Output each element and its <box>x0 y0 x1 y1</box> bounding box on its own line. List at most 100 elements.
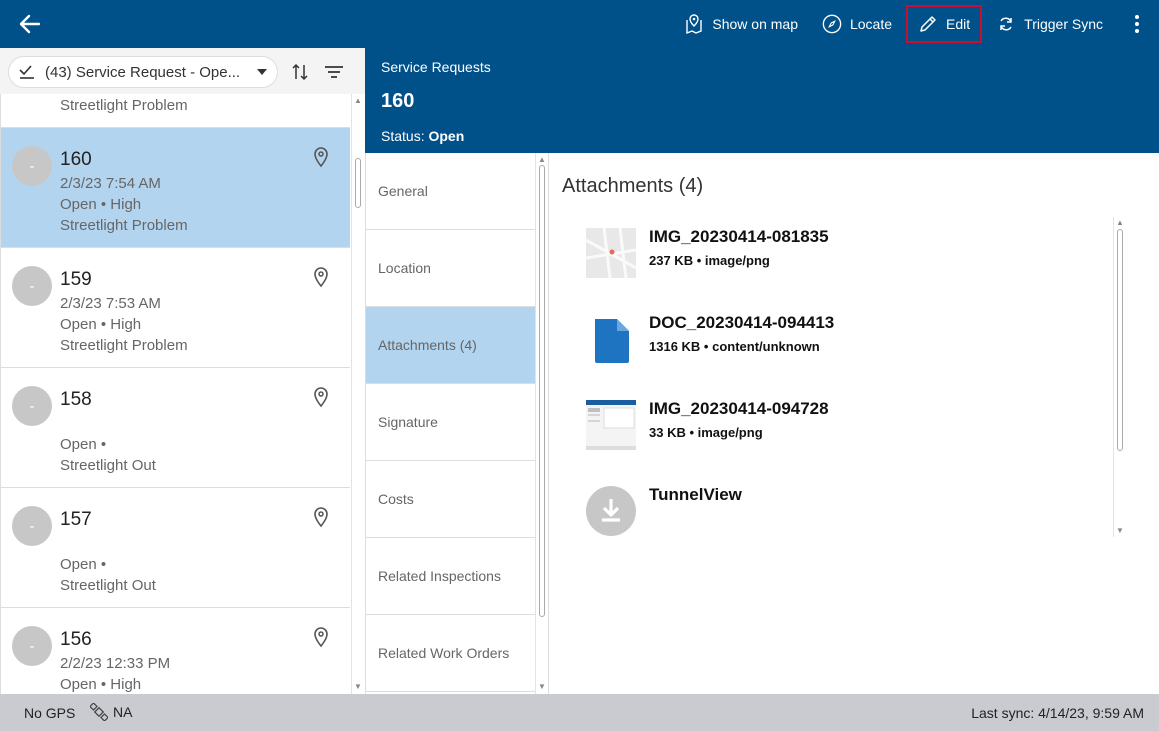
scroll-thumb[interactable] <box>539 165 545 617</box>
attachment-name: DOC_20230414-094413 <box>649 313 835 332</box>
scroll-up-arrow[interactable]: ▲ <box>352 96 364 106</box>
section-related-inspections[interactable]: Related Inspections <box>366 538 535 615</box>
list-item[interactable]: - 158 Open • Streetlight Out <box>1 368 350 488</box>
satellite-icon <box>90 703 108 721</box>
map-thumbnail-icon <box>586 228 636 278</box>
section-attachments[interactable]: Attachments (4) <box>366 307 535 384</box>
arrow-left-icon <box>19 14 41 34</box>
edit-button[interactable]: Edit <box>906 5 983 43</box>
more-vertical-icon <box>1135 15 1139 33</box>
map-pin-icon <box>684 14 704 35</box>
list-item-type: Streetlight Problem <box>60 97 188 114</box>
list-item[interactable]: - 160 2/3/23 7:54 AM Open • High Streetl… <box>1 128 350 248</box>
app-toolbar: Show on map Locate Edit Trigger Sync <box>0 0 1159 48</box>
attachment-item[interactable]: IMG_20230414-081835 237 KB • image/png <box>586 225 1086 281</box>
list-item-date: 2/3/23 7:54 AM <box>60 175 161 192</box>
sync-icon <box>996 14 1016 34</box>
list-item[interactable]: - 159 2/3/23 7:53 AM Open • High Streetl… <box>1 248 350 368</box>
record-status: Status: Open <box>381 128 464 144</box>
location-pin-icon[interactable] <box>311 506 331 528</box>
filter-dropdown[interactable]: (43) Service Request - Ope... <box>8 56 278 88</box>
list-item-status: Open • High <box>60 196 142 213</box>
location-pin-icon[interactable] <box>311 266 331 288</box>
scroll-down-arrow[interactable]: ▼ <box>536 682 548 692</box>
attachments-scrollbar[interactable]: ▲ ▼ <box>1113 217 1127 537</box>
list-scrollbar[interactable]: ▲ ▼ <box>351 94 365 694</box>
filter-label: (43) Service Request - Ope... <box>45 63 241 81</box>
section-scrollbar[interactable]: ▲ ▼ <box>535 153 548 694</box>
scroll-thumb[interactable] <box>355 158 361 208</box>
status-value: Open <box>428 128 465 144</box>
filter-options-button[interactable] <box>322 60 346 84</box>
list-item-date: 2/2/23 12:33 PM <box>60 655 171 672</box>
list-item-number: 159 <box>60 269 92 290</box>
attachment-name: IMG_20230414-081835 <box>649 227 829 246</box>
list-item-status: Open • High <box>60 316 142 333</box>
list-item[interactable]: - 156 2/2/23 12:33 PM Open • High <box>1 608 350 694</box>
status-label: Status: <box>381 128 425 144</box>
section-costs[interactable]: Costs <box>366 461 535 538</box>
sort-button[interactable] <box>288 60 312 84</box>
download-icon[interactable] <box>586 486 636 536</box>
avatar: - <box>12 266 52 306</box>
section-general[interactable]: General <box>366 153 535 230</box>
show-on-map-button[interactable]: Show on map <box>672 5 810 43</box>
list-item-number: 156 <box>60 629 92 650</box>
check-list-icon <box>19 65 34 79</box>
toolbar-actions: Show on map Locate Edit Trigger Sync <box>672 0 1159 48</box>
list-item-status: Open • <box>60 556 107 573</box>
list-item[interactable]: - 157 Open • Streetlight Out <box>1 488 350 608</box>
attachment-meta: 237 KB • image/png <box>649 253 770 268</box>
list-item-type: Streetlight Out <box>60 577 156 594</box>
scroll-up-arrow[interactable]: ▲ <box>1114 218 1126 228</box>
last-sync-time: Last sync: 4/14/23, 9:59 AM <box>971 705 1144 721</box>
section-related-work-orders[interactable]: Related Work Orders <box>366 615 535 692</box>
attachments-panel: Attachments (4) IMG_20230414-081835 237 … <box>550 153 1159 694</box>
location-pin-icon[interactable] <box>311 386 331 408</box>
list-item[interactable]: Streetlight Problem <box>1 94 350 128</box>
show-on-map-label: Show on map <box>712 16 798 32</box>
screenshot-thumbnail-icon <box>586 400 636 450</box>
attachment-item[interactable]: IMG_20230414-094728 33 KB • image/png <box>586 397 1086 453</box>
attachment-item[interactable]: TunnelView <box>586 483 1086 539</box>
scroll-thumb[interactable] <box>1117 229 1123 451</box>
trigger-sync-label: Trigger Sync <box>1024 16 1103 32</box>
avatar: - <box>12 626 52 666</box>
back-button[interactable] <box>12 8 48 40</box>
filter-bar: (43) Service Request - Ope... <box>0 48 365 94</box>
locate-label: Locate <box>849 16 893 32</box>
pencil-icon <box>918 14 938 34</box>
status-bar: No GPS NA Last sync: 4/14/23, 9:59 AM <box>0 694 1159 731</box>
section-nav: General Location Attachments (4) Signatu… <box>365 153 549 694</box>
compass-icon <box>822 14 842 34</box>
attachment-meta: 1316 KB • content/unknown <box>649 339 820 354</box>
attachments-title: Attachments (4) <box>562 175 704 197</box>
trigger-sync-button[interactable]: Trigger Sync <box>984 5 1115 43</box>
avatar: - <box>12 146 52 186</box>
document-icon <box>595 319 629 363</box>
section-location[interactable]: Location <box>366 230 535 307</box>
caret-down-icon <box>257 69 267 75</box>
satellite-status: NA <box>90 703 132 721</box>
more-options-button[interactable] <box>1115 0 1159 48</box>
record-id: 160 <box>381 90 415 112</box>
service-request-list: Streetlight Problem - 160 2/3/23 7:54 AM… <box>0 94 351 694</box>
section-signature[interactable]: Signature <box>366 384 535 461</box>
list-item-number: 158 <box>60 389 92 410</box>
scroll-up-arrow[interactable]: ▲ <box>536 155 548 165</box>
scroll-down-arrow[interactable]: ▼ <box>352 682 364 692</box>
location-pin-icon[interactable] <box>311 146 331 168</box>
list-item-type: Streetlight Problem <box>60 217 188 234</box>
list-item-number: 157 <box>60 509 92 530</box>
list-item-status: Open • <box>60 436 107 453</box>
attachment-meta: 33 KB • image/png <box>649 425 763 440</box>
edit-label: Edit <box>946 16 971 32</box>
avatar: - <box>12 386 52 426</box>
record-category: Service Requests <box>381 59 491 75</box>
locate-button[interactable]: Locate <box>810 5 904 43</box>
scroll-down-arrow[interactable]: ▼ <box>1114 526 1126 536</box>
attachment-item[interactable]: DOC_20230414-094413 1316 KB • content/un… <box>586 311 1086 367</box>
list-item-status: Open • High <box>60 676 142 693</box>
location-pin-icon[interactable] <box>311 626 331 648</box>
list-panel: (43) Service Request - Ope... Streetligh… <box>0 48 365 694</box>
